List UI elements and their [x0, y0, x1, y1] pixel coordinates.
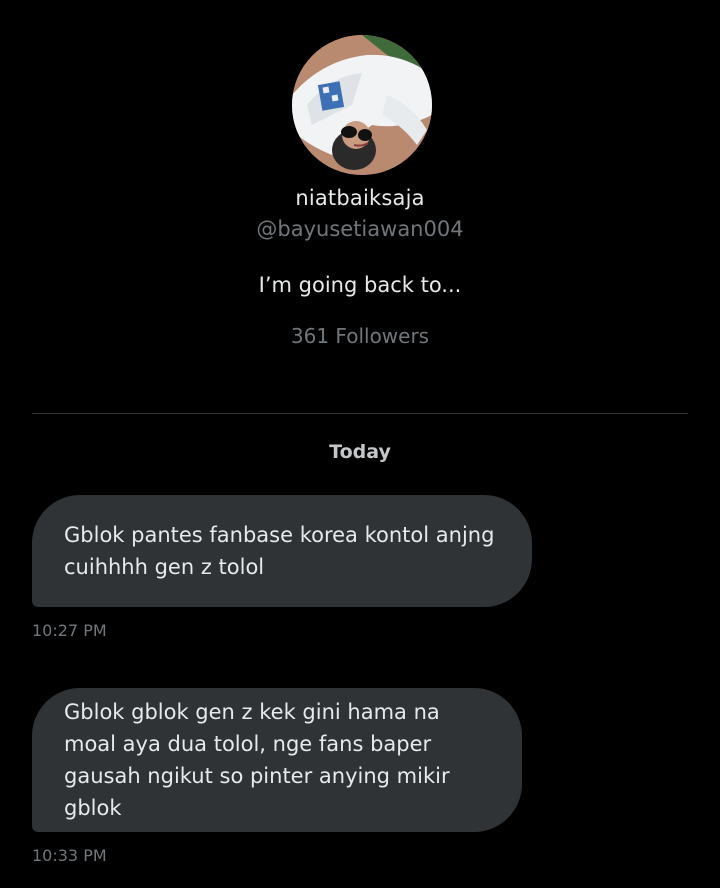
display-name[interactable]: niatbaiksaja [0, 186, 720, 210]
message-text: Gblok gblok gen z kek gini hama na moal … [64, 700, 450, 820]
followers-count[interactable]: 361 Followers [0, 324, 720, 348]
username-handle: @bayusetiawan004 [256, 217, 464, 241]
message-bubble[interactable]: Gblok gblok gen z kek gini hama na moal … [32, 688, 522, 832]
avatar-photo-icon [292, 35, 432, 175]
avatar[interactable] [292, 35, 432, 175]
profile-bio: I’m going back to... [258, 273, 462, 297]
dm-conversation-screen: niatbaiksaja @bayusetiawan004 I’m going … [0, 0, 720, 888]
message-timestamp: 10:27 PM [32, 621, 107, 640]
message-bubble[interactable]: Gblok pantes fanbase korea kontol anjng … [32, 495, 532, 607]
date-separator: Today [329, 441, 391, 463]
section-divider [32, 413, 688, 414]
message-text: Gblok pantes fanbase korea kontol anjng … [64, 523, 495, 579]
message-timestamp: 10:33 PM [32, 846, 107, 865]
